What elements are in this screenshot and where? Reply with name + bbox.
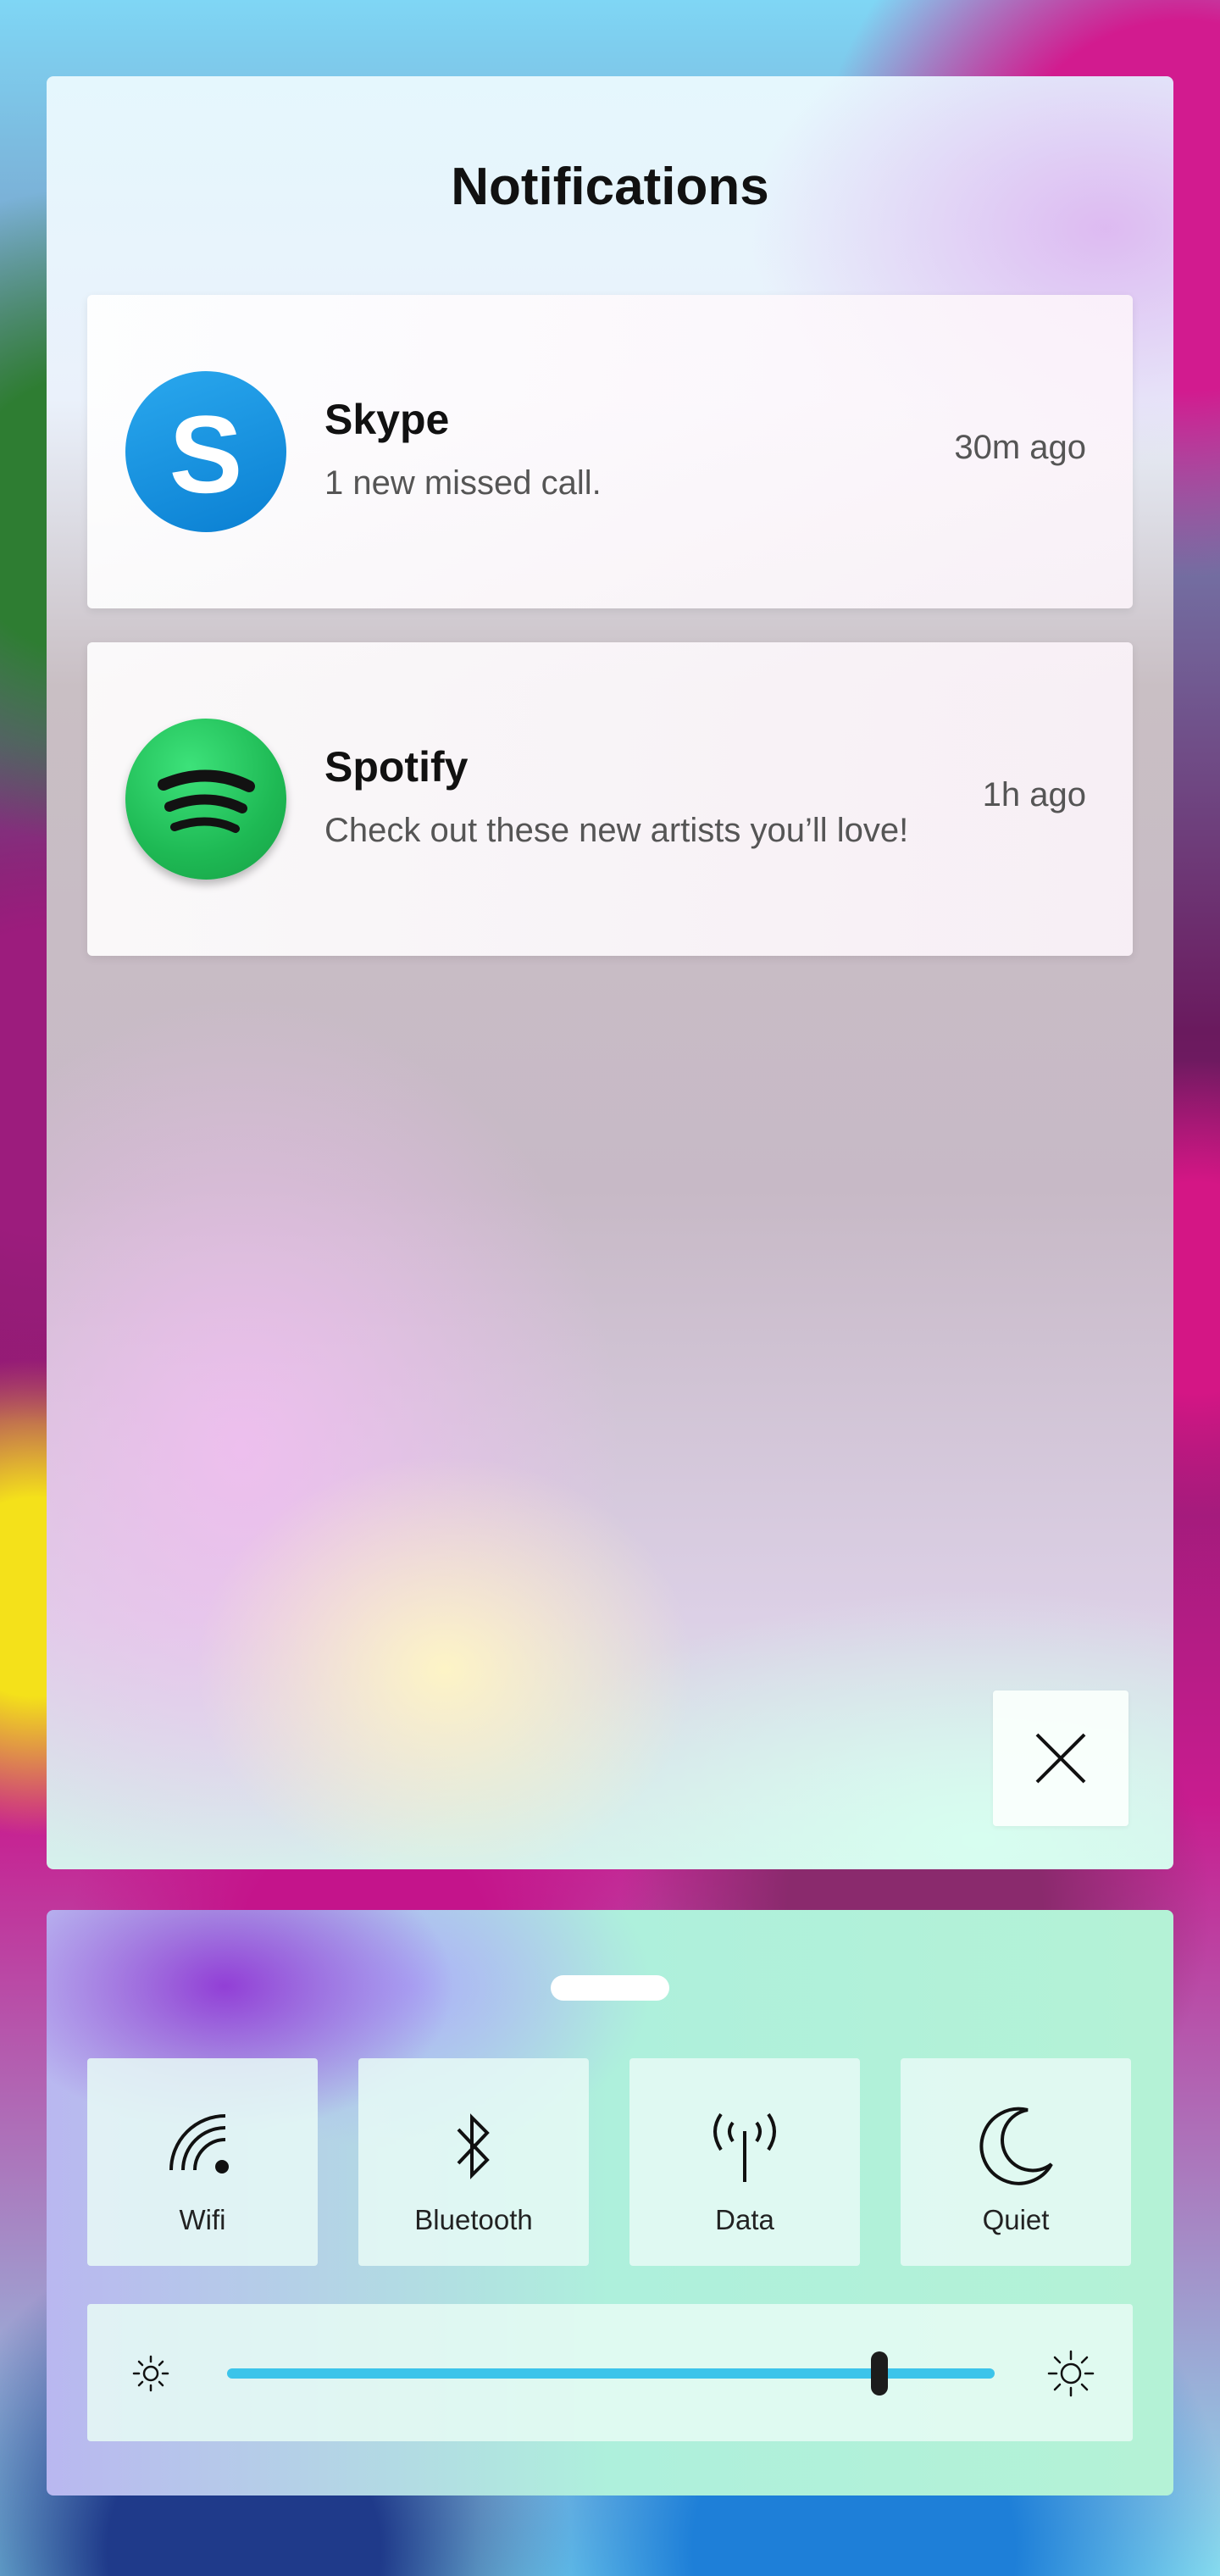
skype-icon-letter: S (169, 392, 243, 516)
panel-title: Notifications (451, 158, 769, 216)
notification-app-name: Skype (324, 396, 450, 443)
wifi-icon (169, 2114, 229, 2174)
notification-message: 1 new missed call. (324, 464, 602, 502)
bluetooth-toggle[interactable]: Bluetooth (358, 2058, 589, 2266)
wifi-toggle[interactable]: Wifi (87, 2058, 318, 2266)
brightness-slider-card (87, 2304, 1133, 2441)
spotify-icon (125, 719, 286, 880)
notification-panel: Notifications S Skype 1 new missed call.… (47, 76, 1173, 1869)
drag-handle[interactable] (551, 1975, 669, 2001)
wifi-label: Wifi (179, 2204, 226, 2235)
clear-notifications-button[interactable] (993, 1690, 1128, 1826)
brightness-slider-track[interactable] (227, 2351, 995, 2396)
brightness-high-icon (1047, 2350, 1095, 2397)
notification-card-skype[interactable]: S Skype 1 new missed call. 30m ago (87, 295, 1133, 608)
quiet-toggle[interactable]: Quiet (901, 2058, 1131, 2266)
notification-time: 1h ago (982, 776, 1086, 813)
notification-message: Check out these new artists you’ll love! (324, 812, 909, 849)
notification-card-spotify[interactable]: Spotify Check out these new artists you’… (87, 642, 1133, 956)
antenna-icon (713, 2112, 776, 2182)
bluetooth-icon (457, 2113, 490, 2179)
bluetooth-label: Bluetooth (414, 2204, 533, 2235)
notification-app-name: Spotify (324, 743, 469, 791)
notification-time: 30m ago (954, 429, 1086, 466)
quiet-label: Quiet (982, 2204, 1050, 2235)
brightness-slider-thumb[interactable] (871, 2351, 889, 2396)
data-toggle[interactable]: Data (629, 2058, 860, 2266)
quick-settings-panel: Wifi Bluetooth Data Quiet (47, 1910, 1173, 2496)
brightness-low-icon (132, 2355, 169, 2392)
moon-icon (979, 2107, 1053, 2185)
skype-icon: S (125, 371, 286, 532)
data-label: Data (715, 2204, 774, 2235)
close-icon (1035, 1733, 1086, 1784)
